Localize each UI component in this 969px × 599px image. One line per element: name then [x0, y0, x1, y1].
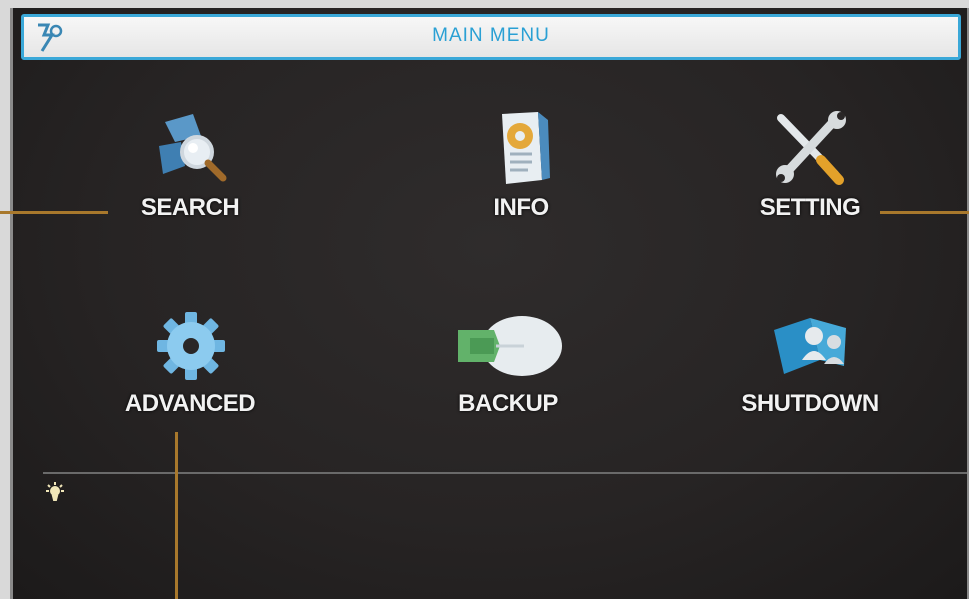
menu-backup-label: BACKUP [458, 390, 558, 417]
menu-setting[interactable]: SETTING [695, 108, 925, 222]
menu-search[interactable]: SEARCH [75, 108, 305, 222]
status-divider [43, 472, 967, 474]
menu-shutdown[interactable]: SHUTDOWN [695, 308, 925, 418]
gear-icon [157, 312, 225, 380]
menu-info-label: INFO [493, 194, 549, 221]
main-menu-window: MAIN MENU SEARCH INFO SETTING ADVANCED B… [10, 8, 969, 599]
window-title: MAIN MENU [432, 25, 550, 46]
bulb-icon [46, 482, 64, 501]
callout-line-search [0, 211, 108, 214]
wrench-screwdriver-icon [776, 111, 846, 185]
menu-advanced-label: ADVANCED [124, 390, 256, 417]
menu-backup[interactable]: BACKUP [393, 308, 623, 418]
callout-line-advanced [175, 432, 178, 599]
menu-info[interactable]: INFO [406, 108, 636, 222]
menu-search-label: SEARCH [140, 194, 240, 221]
info-document-icon [502, 112, 550, 184]
menu-advanced[interactable]: ADVANCED [75, 308, 305, 418]
title-bar: MAIN MENU [21, 14, 961, 60]
callout-line-setting [880, 211, 969, 214]
menu-setting-label: SETTING [759, 194, 861, 221]
power-users-icon [774, 318, 846, 374]
backup-drive-icon [458, 316, 562, 376]
menu-shutdown-label: SHUTDOWN [741, 390, 879, 417]
search-icon [159, 114, 227, 182]
